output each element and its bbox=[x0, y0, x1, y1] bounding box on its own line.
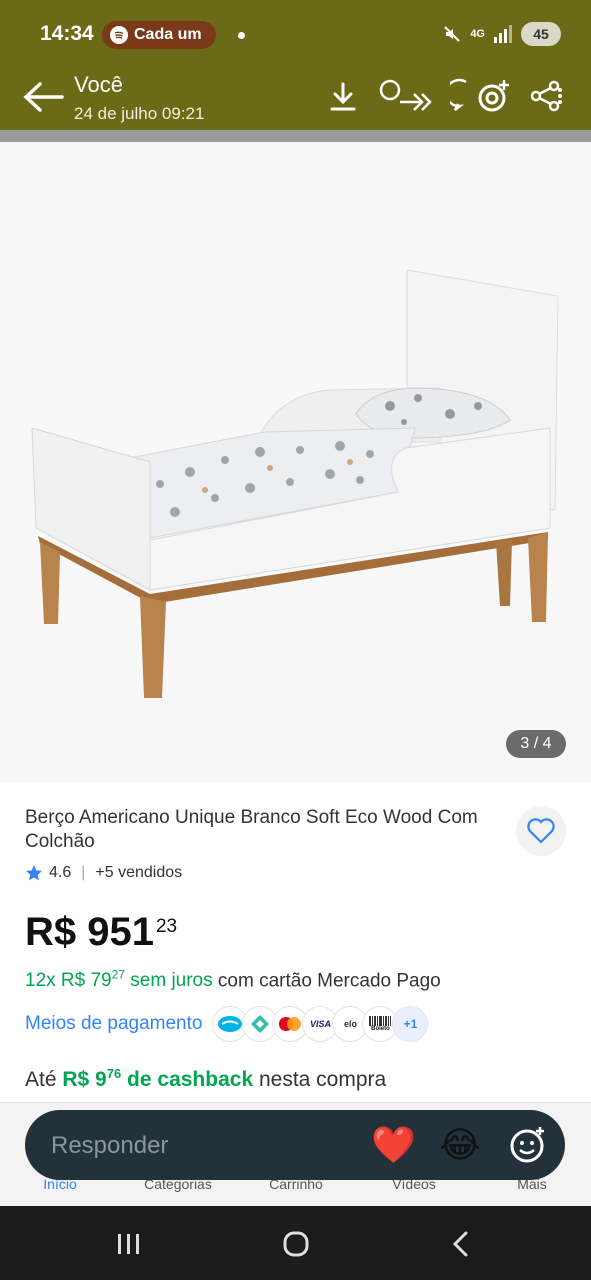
status-time: 14:34 bbox=[40, 22, 94, 45]
back-icon[interactable] bbox=[450, 1230, 472, 1258]
status-bar: 14:34 Cada um 4G 45 bbox=[0, 0, 591, 70]
notification-dot bbox=[238, 32, 245, 39]
installments-value: 12x R$ 7927 sem juros bbox=[25, 968, 213, 992]
payment-logos[interactable]: VISA elo Boleto +1 bbox=[212, 1006, 429, 1042]
price: R$ 951 23 bbox=[25, 910, 177, 955]
home-icon[interactable] bbox=[282, 1230, 310, 1258]
reply-input[interactable]: Responder bbox=[51, 1132, 168, 1160]
download-icon[interactable] bbox=[328, 78, 358, 114]
price-cents: 23 bbox=[155, 916, 178, 937]
chat-header: 14:34 Cada um 4G 45 Você 24 de julho 09:… bbox=[0, 0, 591, 130]
payment-methods: Meios de pagamento VISA elo Boleto +1 bbox=[25, 1006, 429, 1042]
system-nav bbox=[0, 1206, 591, 1280]
signal-icon bbox=[494, 25, 512, 43]
star-icon bbox=[26, 865, 42, 881]
reply-bar[interactable]: Responder ❤️ 😂 bbox=[25, 1110, 565, 1180]
spotify-icon bbox=[110, 26, 128, 44]
rating-row[interactable]: 4.6 | +5 vendidos bbox=[25, 864, 182, 882]
heart-reaction-icon[interactable]: ❤️ bbox=[371, 1125, 416, 1165]
spotify-chip[interactable]: Cada um bbox=[102, 21, 216, 49]
rating-separator: | bbox=[81, 864, 86, 881]
back-arrow-icon[interactable] bbox=[22, 80, 64, 114]
share-icon[interactable] bbox=[528, 78, 564, 114]
app-bar: Você 24 de julho 09:21 bbox=[0, 66, 591, 130]
status-icons: 4G 45 bbox=[442, 22, 561, 46]
image-counter: 3 / 4 bbox=[506, 730, 566, 758]
forward-icon[interactable] bbox=[378, 78, 434, 114]
more-payment-badge[interactable]: +1 bbox=[392, 1006, 429, 1042]
network-label: 4G bbox=[470, 28, 485, 40]
product-info: Berço Americano Unique Branco Soft Eco W… bbox=[0, 782, 591, 1112]
recents-icon[interactable] bbox=[116, 1232, 142, 1256]
cashback-line: Até R$ 976 de cashback nesta compra bbox=[25, 1066, 387, 1091]
sold-count: +5 vendidos bbox=[95, 864, 183, 881]
product-image[interactable] bbox=[0, 192, 591, 782]
battery-indicator: 45 bbox=[521, 22, 561, 46]
message-date: 24 de julho 09:21 bbox=[74, 104, 205, 123]
installments: 12x R$ 7927 sem juros com cartão Mercado… bbox=[25, 968, 441, 992]
whatsapp-status-icon[interactable] bbox=[450, 78, 512, 114]
payment-methods-link[interactable]: Meios de pagamento bbox=[25, 1013, 202, 1035]
divider bbox=[0, 130, 591, 142]
product-title: Berço Americano Unique Branco Soft Eco W… bbox=[25, 807, 478, 852]
spotify-label: Cada um bbox=[134, 26, 202, 43]
price-main: R$ 951 bbox=[25, 910, 154, 954]
heart-icon bbox=[527, 818, 555, 844]
mute-icon bbox=[444, 26, 461, 42]
bed-illustration bbox=[31, 269, 559, 698]
laugh-reaction-icon[interactable]: 😂 bbox=[439, 1125, 481, 1165]
add-reaction-icon[interactable] bbox=[509, 1126, 547, 1164]
rating-value: 4.6 bbox=[49, 864, 72, 881]
page-top-band bbox=[0, 142, 591, 192]
favorite-button[interactable] bbox=[516, 806, 566, 856]
installments-suffix: com cartão Mercado Pago bbox=[217, 970, 441, 992]
contact-name[interactable]: Você bbox=[74, 72, 123, 98]
